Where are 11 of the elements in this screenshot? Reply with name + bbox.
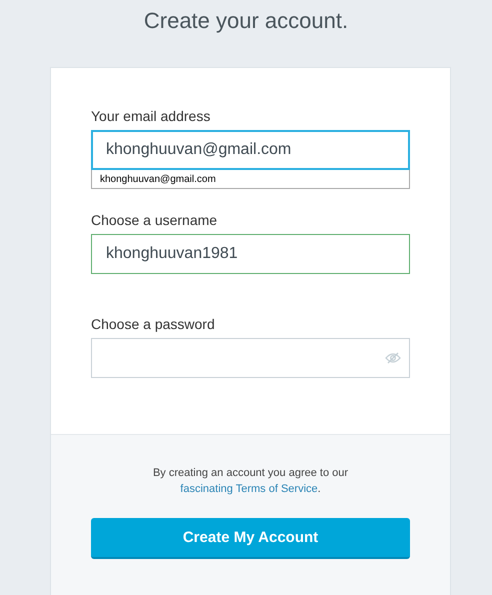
input-field[interactable] [91,338,410,378]
terms-link[interactable]: fascinating Terms of Service [180,483,318,495]
field-label: Your email address [91,108,212,124]
page-title: Create your account. [142,7,350,35]
input-field[interactable]: khonghuuvan1981 [91,234,410,274]
field-label: Choose a username [91,212,218,228]
autocomplete-suggestion[interactable]: khonghuuvan@gmail.com [91,170,410,189]
terms-notice: By creating an account you agree to our fascinating Terms of Service. [152,466,350,497]
input-field[interactable]: khonghuuvan@gmail.com [91,130,410,170]
hidden-eye-icon[interactable] [385,352,401,364]
field-label: Choose a password [91,316,216,332]
